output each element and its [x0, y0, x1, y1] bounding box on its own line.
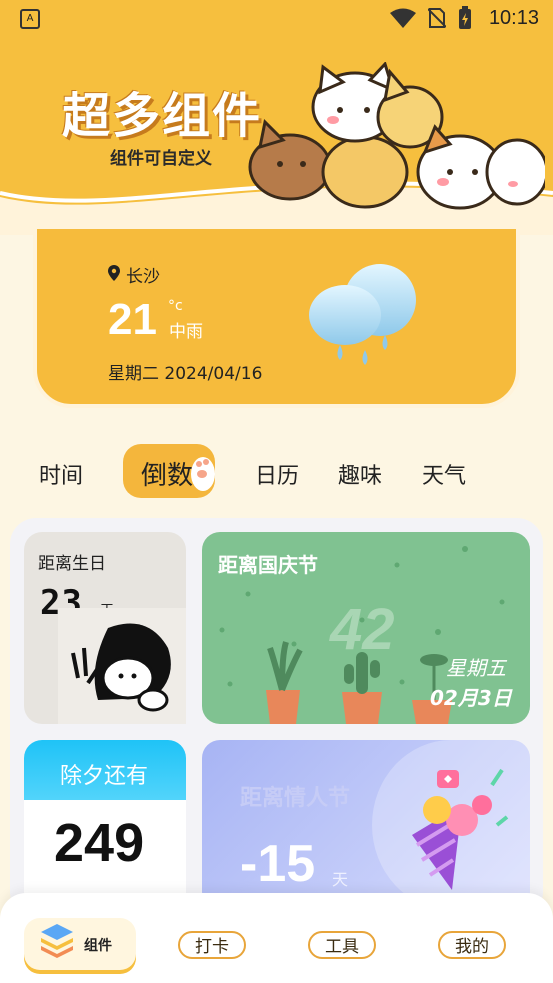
status-time: 10:13 [488, 7, 539, 29]
nav-item-tools[interactable]: 工具 [308, 931, 376, 959]
tab-time[interactable]: 时间 [39, 458, 83, 490]
tab-calendar[interactable]: 日历 [255, 458, 299, 490]
hero-title: 超多组件 [62, 88, 263, 144]
battery-charging-icon [459, 6, 471, 29]
paw-icon [191, 457, 215, 491]
nav-item-me[interactable]: 我的 [438, 931, 506, 959]
cats-illustration [248, 62, 545, 210]
nav-label-widgets: 组件 [84, 938, 112, 954]
tab-weather[interactable]: 天气 [422, 458, 466, 490]
cartoon-character-illustration [58, 608, 186, 724]
tab-countdown[interactable]: 倒数 [141, 455, 193, 492]
weather-unit: °c [168, 298, 183, 314]
party-popper-illustration [412, 768, 509, 890]
national-day-title: 距离国庆节 [218, 553, 318, 577]
valentine-unit: 天 [332, 870, 349, 889]
app-notification-icon: A [20, 9, 40, 29]
weather-description: 中雨 [169, 322, 203, 342]
valentine-days: -15 [240, 835, 316, 893]
national-day-date: 02月3日 [430, 686, 512, 710]
wifi-icon [390, 8, 416, 28]
tab-fun[interactable]: 趣味 [338, 458, 382, 490]
valentine-title: 距离情人节 [240, 786, 351, 811]
birthday-title: 距离生日 [38, 554, 106, 574]
weather-temperature: 21 [108, 295, 157, 344]
weather-location: 长沙 [126, 267, 160, 287]
hero-subtitle: 组件可自定义 [110, 149, 212, 169]
new-year-eve-days: 249 [54, 813, 145, 873]
weather-card[interactable] [33, 225, 520, 408]
no-sim-icon [428, 8, 446, 28]
new-year-eve-title: 除夕还有 [60, 764, 149, 789]
location-pin-icon [108, 265, 120, 281]
status-bar: A 10:13 [0, 0, 553, 36]
weather-date: 星期二 2024/04/16 [108, 364, 263, 384]
national-day-weekday: 星期五 [446, 656, 506, 680]
layers-icon [41, 924, 73, 958]
rain-cloud-icon [309, 264, 416, 365]
nav-item-checkin[interactable]: 打卡 [178, 931, 246, 959]
